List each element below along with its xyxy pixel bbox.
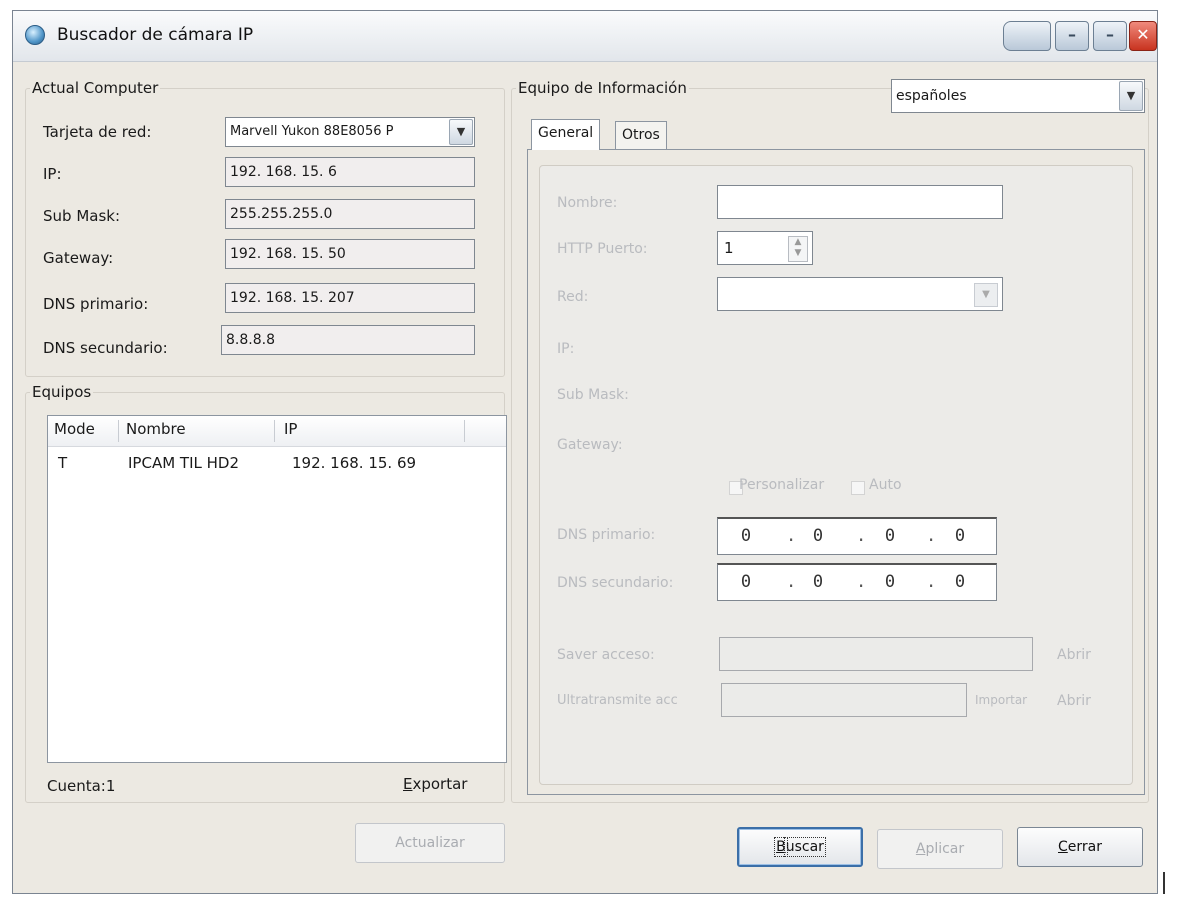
sub-mask-field: 255.255.255.0	[225, 199, 475, 229]
ip-octet: 0	[812, 526, 824, 546]
ip-field: 192. 168. 15. 6	[225, 157, 475, 187]
auto-label: Auto	[869, 477, 902, 493]
ip-octet: 0	[954, 526, 966, 546]
chevron-down-icon[interactable]: ▼	[974, 283, 998, 307]
buscar-button-label: Buscar	[774, 837, 826, 857]
row-mode: T	[58, 454, 68, 472]
row-ip: 192. 168. 15. 69	[292, 454, 417, 472]
window-title: Buscador de cámara IP	[57, 25, 254, 45]
column-header-ip[interactable]: IP	[284, 420, 297, 438]
ip-octet: 0	[884, 572, 896, 592]
dns-secondary-label: DNS secundario:	[43, 339, 168, 357]
column-header-name[interactable]: Nombre	[126, 420, 186, 438]
tab-otros[interactable]: Otros	[615, 121, 667, 149]
text-cursor	[1163, 872, 1165, 894]
network-select[interactable]: ▼	[717, 277, 1003, 311]
title-extra-button[interactable]	[1003, 21, 1051, 51]
chevron-down-icon[interactable]: ▼	[1119, 81, 1143, 111]
actual-computer-legend: Actual Computer	[32, 79, 159, 97]
column-separator[interactable]	[118, 420, 119, 442]
ip-dot: .	[786, 526, 797, 546]
column-separator[interactable]	[464, 420, 465, 442]
http-port-input[interactable]: 1 ▲ ▼	[717, 231, 813, 265]
camera-app-icon	[25, 25, 45, 45]
maximize-icon[interactable]: –	[1093, 21, 1127, 51]
column-separator[interactable]	[274, 420, 275, 442]
ip-octet: 0	[740, 526, 752, 546]
info-dns-secondary-label: DNS secundario:	[557, 575, 674, 591]
table-row[interactable]: T IPCAM TIL HD2 192. 168. 15. 69	[48, 454, 506, 478]
devices-list[interactable]: Mode Nombre IP T IPCAM TIL HD2 192. 168.…	[47, 415, 507, 763]
info-sub-mask-label: Sub Mask:	[557, 387, 629, 403]
dns-primary-field: 192. 168. 15. 207	[225, 283, 475, 313]
devices-list-header: Mode Nombre IP	[48, 416, 506, 447]
chevron-down-icon[interactable]: ▼	[449, 119, 473, 145]
device-info-legend: Equipo de Información	[518, 79, 687, 97]
dns-primary-ip-input[interactable]: 0 . 0 . 0 . 0	[717, 517, 997, 555]
ip-dot: .	[856, 526, 867, 546]
export-link[interactable]: Exportar	[403, 775, 467, 793]
row-name: IPCAM TIL HD2	[128, 454, 239, 472]
network-card-label: Tarjeta de red:	[43, 123, 152, 141]
save-path-label: Saver acceso:	[557, 647, 655, 663]
cerrar-button[interactable]: Cerrar	[1017, 827, 1143, 867]
ip-dot: .	[786, 572, 797, 592]
export-link-rest: xportar	[412, 775, 468, 793]
language-select[interactable]: españoles ▼	[891, 79, 1145, 113]
actualizar-button[interactable]: Actualizar	[355, 823, 505, 863]
cerrar-accel: C	[1058, 839, 1068, 855]
gateway-field: 192. 168. 15. 50	[225, 239, 475, 269]
column-header-mode[interactable]: Mode	[54, 420, 95, 438]
upgrade-path-input[interactable]	[721, 683, 967, 717]
dns-secondary-ip-input[interactable]: 0 . 0 . 0 . 0	[717, 563, 997, 601]
dns-primary-label: DNS primario:	[43, 295, 149, 313]
title-bar[interactable]: Buscador de cámara IP – – ✕	[13, 11, 1157, 62]
ip-octet: 0	[884, 526, 896, 546]
network-label: Red:	[557, 289, 589, 305]
ip-label: IP:	[43, 165, 62, 183]
info-gateway-label: Gateway:	[557, 437, 623, 453]
dns-secondary-field: 8.8.8.8	[221, 325, 475, 355]
ip-dot: .	[856, 572, 867, 592]
ip-octet: 0	[812, 572, 824, 592]
name-input[interactable]	[717, 185, 1003, 219]
ip-octet: 0	[954, 572, 966, 592]
minimize-icon[interactable]: –	[1055, 21, 1089, 51]
info-dns-primary-label: DNS primario:	[557, 527, 656, 543]
name-label: Nombre:	[557, 195, 618, 211]
sub-mask-label: Sub Mask:	[43, 207, 121, 225]
info-ip-label: IP:	[557, 341, 575, 357]
spinner-icon[interactable]: ▲ ▼	[788, 236, 808, 262]
save-path-input[interactable]	[719, 637, 1033, 671]
gateway-label: Gateway:	[43, 249, 114, 267]
buscar-button[interactable]: Buscar	[737, 827, 863, 867]
upgrade-path-label: Ultratransmite acc	[557, 693, 678, 708]
aplicar-accel: A	[915, 841, 926, 857]
close-icon[interactable]: ✕	[1129, 21, 1157, 51]
import-link[interactable]: Importar	[975, 693, 1027, 707]
ip-camera-finder-window: Buscador de cámara IP – – ✕ Actual Compu…	[12, 10, 1158, 894]
ip-dot: .	[926, 526, 937, 546]
device-count: Cuenta:1	[47, 777, 116, 795]
ip-octet: 0	[740, 572, 752, 592]
network-card-select[interactable]: Marvell Yukon 88E8056 P ▼	[225, 117, 475, 147]
personalizar-label: Personalizar	[739, 477, 825, 493]
tab-general[interactable]: General	[531, 119, 601, 150]
buscar-accel: B	[774, 837, 788, 857]
upgrade-path-open[interactable]: Abrir	[1057, 693, 1091, 709]
cerrar-rest: errar	[1067, 839, 1102, 855]
buscar-rest: uscar	[783, 837, 826, 857]
http-port-value: 1	[724, 239, 734, 257]
ip-dot: .	[926, 572, 937, 592]
language-value: españoles	[896, 88, 967, 104]
auto-radio[interactable]	[851, 481, 865, 495]
aplicar-rest: plicar	[925, 841, 965, 857]
save-path-open[interactable]: Abrir	[1057, 647, 1091, 663]
network-card-value: Marvell Yukon 88E8056 P	[230, 124, 394, 139]
aplicar-button[interactable]: Aplicar	[877, 829, 1003, 869]
http-port-label: HTTP Puerto:	[557, 241, 648, 257]
equipos-legend: Equipos	[32, 383, 92, 401]
